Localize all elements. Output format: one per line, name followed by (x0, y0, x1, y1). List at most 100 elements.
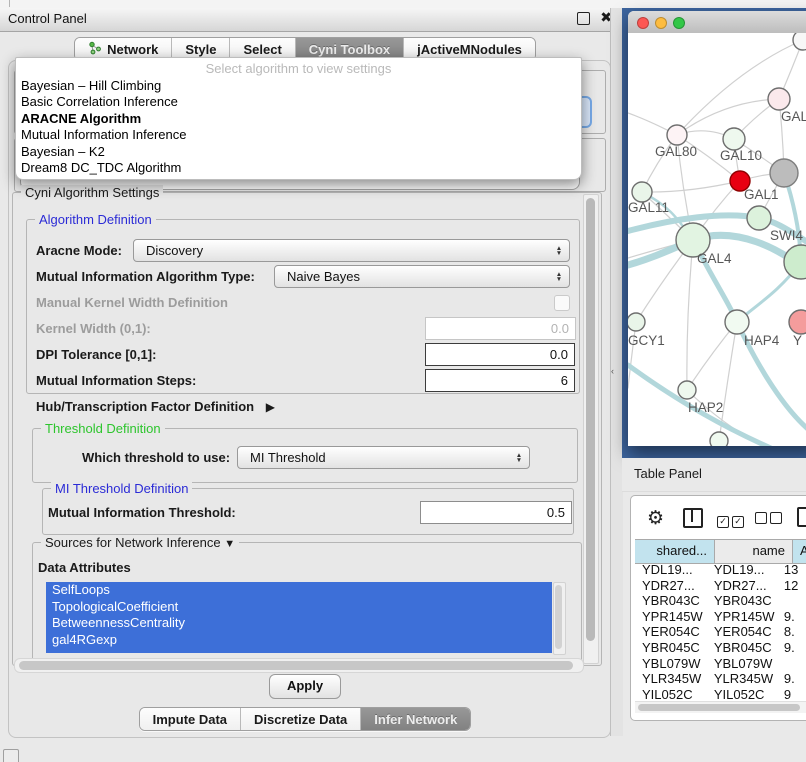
table-cell (777, 656, 806, 672)
table-row[interactable]: YDR27...YDR27...12 (635, 578, 806, 594)
table-row[interactable]: YPR145WYPR145W9. (635, 609, 806, 625)
float-window-icon[interactable] (577, 12, 590, 25)
table-cell: YPR145W (635, 609, 707, 625)
network-edge[interactable] (642, 181, 740, 192)
network-node[interactable] (747, 206, 771, 230)
network-canvas[interactable]: GAL80GAL10GALGAL1GAL11SWI4GAL4HAP4YGCY1H… (628, 33, 806, 446)
sources-group-title: Sources for Network Inference ▼ (41, 535, 239, 550)
attribute-item[interactable]: gal4RGexp (46, 632, 552, 649)
algorithm-option[interactable]: Bayesian – K2 (18, 144, 579, 160)
stepper-icon[interactable]: ▲▼ (513, 448, 525, 468)
which-threshold-value: MI Threshold (250, 450, 326, 465)
network-graph: GAL80GAL10GALGAL1GAL11SWI4GAL4HAP4YGCY1H… (628, 33, 806, 446)
minimized-panel-icon[interactable] (3, 749, 19, 762)
expand-arrow-icon[interactable]: ▶ (266, 400, 275, 414)
mi-threshold-field[interactable]: 0.5 (420, 501, 572, 524)
mi-steps-field[interactable]: 6 (425, 369, 575, 392)
column-header[interactable]: name (715, 540, 793, 563)
table-row[interactable]: YLR345WYLR345W9. (635, 671, 806, 687)
table-row[interactable]: YER054CYER054C8. (635, 624, 806, 640)
table-cell: YDR27... (707, 578, 777, 594)
node-label: HAP4 (744, 333, 780, 348)
tab-label: Style (185, 42, 216, 57)
table-row[interactable]: YIL052CYIL052C9 (635, 687, 806, 699)
panel-title: Control Panel (8, 11, 87, 26)
network-node[interactable] (768, 88, 790, 110)
table-panel-titlebar: Table Panel (622, 458, 806, 492)
attribute-item[interactable]: SelfLoops (46, 582, 552, 599)
tab-label: Select (243, 42, 281, 57)
attributes-vscrollbar[interactable] (553, 582, 566, 655)
network-node[interactable] (770, 159, 798, 187)
table-row[interactable]: YBR045CYBR045C9. (635, 640, 806, 656)
algorithm-option[interactable]: ARACNE Algorithm (18, 111, 579, 127)
tab-infer-network[interactable]: Infer Network (361, 708, 470, 730)
algorithm-dropdown-list: Bayesian – Hill ClimbingBasic Correlatio… (18, 78, 579, 176)
settings-vscrollbar-thumb[interactable] (586, 198, 595, 641)
table-row[interactable]: YBR043CYBR043C (635, 593, 806, 609)
hub-section-label[interactable]: Hub/Transcription Factor Definition ▶ (36, 399, 275, 414)
minimize-traffic-icon[interactable] (655, 17, 667, 29)
table-row[interactable]: YBL079WYBL079W (635, 656, 806, 672)
network-node[interactable] (628, 313, 645, 331)
bottom-tabbar: Impute DataDiscretize DataInfer Network (139, 707, 472, 731)
partial-table-icon[interactable] (797, 507, 806, 527)
threshold-definition-title: Threshold Definition (41, 421, 165, 436)
table-cell: YBR045C (635, 640, 707, 656)
table-body: YDL19...YDL19...13YDR27...YDR27...12YBR0… (635, 562, 806, 699)
column-header[interactable]: shared... (635, 540, 715, 563)
settings-hscrollbar-thumb[interactable] (19, 661, 573, 670)
columns-icon[interactable] (683, 508, 703, 528)
network-node[interactable] (678, 381, 696, 399)
table-hscrollbar-thumb[interactable] (638, 704, 800, 711)
close-traffic-icon[interactable] (637, 17, 649, 29)
network-node[interactable] (725, 310, 749, 334)
aracne-mode-combo[interactable]: Discovery ▲▼ (133, 239, 570, 262)
algorithm-option[interactable]: Basic Correlation Inference (18, 94, 579, 110)
attribute-item[interactable]: TopologicalCoefficient (46, 599, 552, 616)
tab-discretize-data[interactable]: Discretize Data (241, 708, 361, 730)
apply-button[interactable]: Apply (269, 674, 341, 699)
algorithm-option[interactable]: Mutual Information Inference (18, 127, 579, 143)
manual-kernel-label: Manual Kernel Width Definition (36, 295, 228, 310)
network-node[interactable] (632, 182, 652, 202)
network-edge[interactable] (628, 322, 636, 388)
table-cell: YER054C (707, 624, 777, 640)
tab-label: jActiveMNodules (417, 42, 522, 57)
network-window-titlebar[interactable] (628, 11, 806, 34)
table-row[interactable]: YDL19...YDL19...13 (635, 562, 806, 578)
mi-type-combo[interactable]: Naive Bayes ▲▼ (274, 265, 570, 288)
network-node[interactable] (710, 432, 728, 446)
sources-title-text: Sources for Network Inference (45, 535, 221, 550)
zoom-traffic-icon[interactable] (673, 17, 685, 29)
tab-impute-data[interactable]: Impute Data (140, 708, 241, 730)
which-threshold-combo[interactable]: MI Threshold ▲▼ (237, 446, 530, 469)
attributes-vscrollbar-thumb[interactable] (555, 585, 562, 649)
gear-icon[interactable]: ⚙ (647, 507, 664, 530)
settings-hscrollbar[interactable] (14, 658, 584, 673)
dpi-tolerance-field[interactable]: 0.0 (425, 343, 575, 366)
manual-kernel-checkbox[interactable] (554, 295, 570, 311)
network-node[interactable] (793, 33, 806, 50)
algorithm-option[interactable]: Dream8 DC_TDC Algorithm (18, 160, 579, 176)
table-cell: 9 (777, 687, 806, 699)
node-label: GAL4 (697, 251, 732, 266)
table-hscrollbar[interactable] (635, 701, 806, 713)
unchecked-pair-icon[interactable] (755, 511, 785, 529)
data-attributes-list[interactable]: SelfLoopsTopologicalCoefficientBetweenne… (46, 582, 552, 653)
attribute-item[interactable]: BetweennessCentrality (46, 615, 552, 632)
network-node[interactable] (723, 128, 745, 150)
column-header[interactable]: A (793, 540, 806, 563)
network-node[interactable] (789, 310, 806, 334)
network-node[interactable] (667, 125, 687, 145)
stepper-icon[interactable]: ▲▼ (553, 267, 565, 287)
settings-vscrollbar[interactable] (583, 194, 599, 664)
kernel-width-field[interactable]: 0.0 (425, 317, 576, 340)
network-node[interactable] (784, 245, 806, 279)
collapse-arrow-icon[interactable]: ▼ (224, 538, 235, 550)
settings-group-title: Cyni Algorithm Settings (21, 185, 163, 200)
stepper-icon[interactable]: ▲▼ (553, 241, 565, 261)
algorithm-option[interactable]: Bayesian – Hill Climbing (18, 78, 579, 94)
checked-pair-icon[interactable]: ✓✓ (717, 511, 747, 529)
network-edge[interactable] (687, 240, 693, 390)
